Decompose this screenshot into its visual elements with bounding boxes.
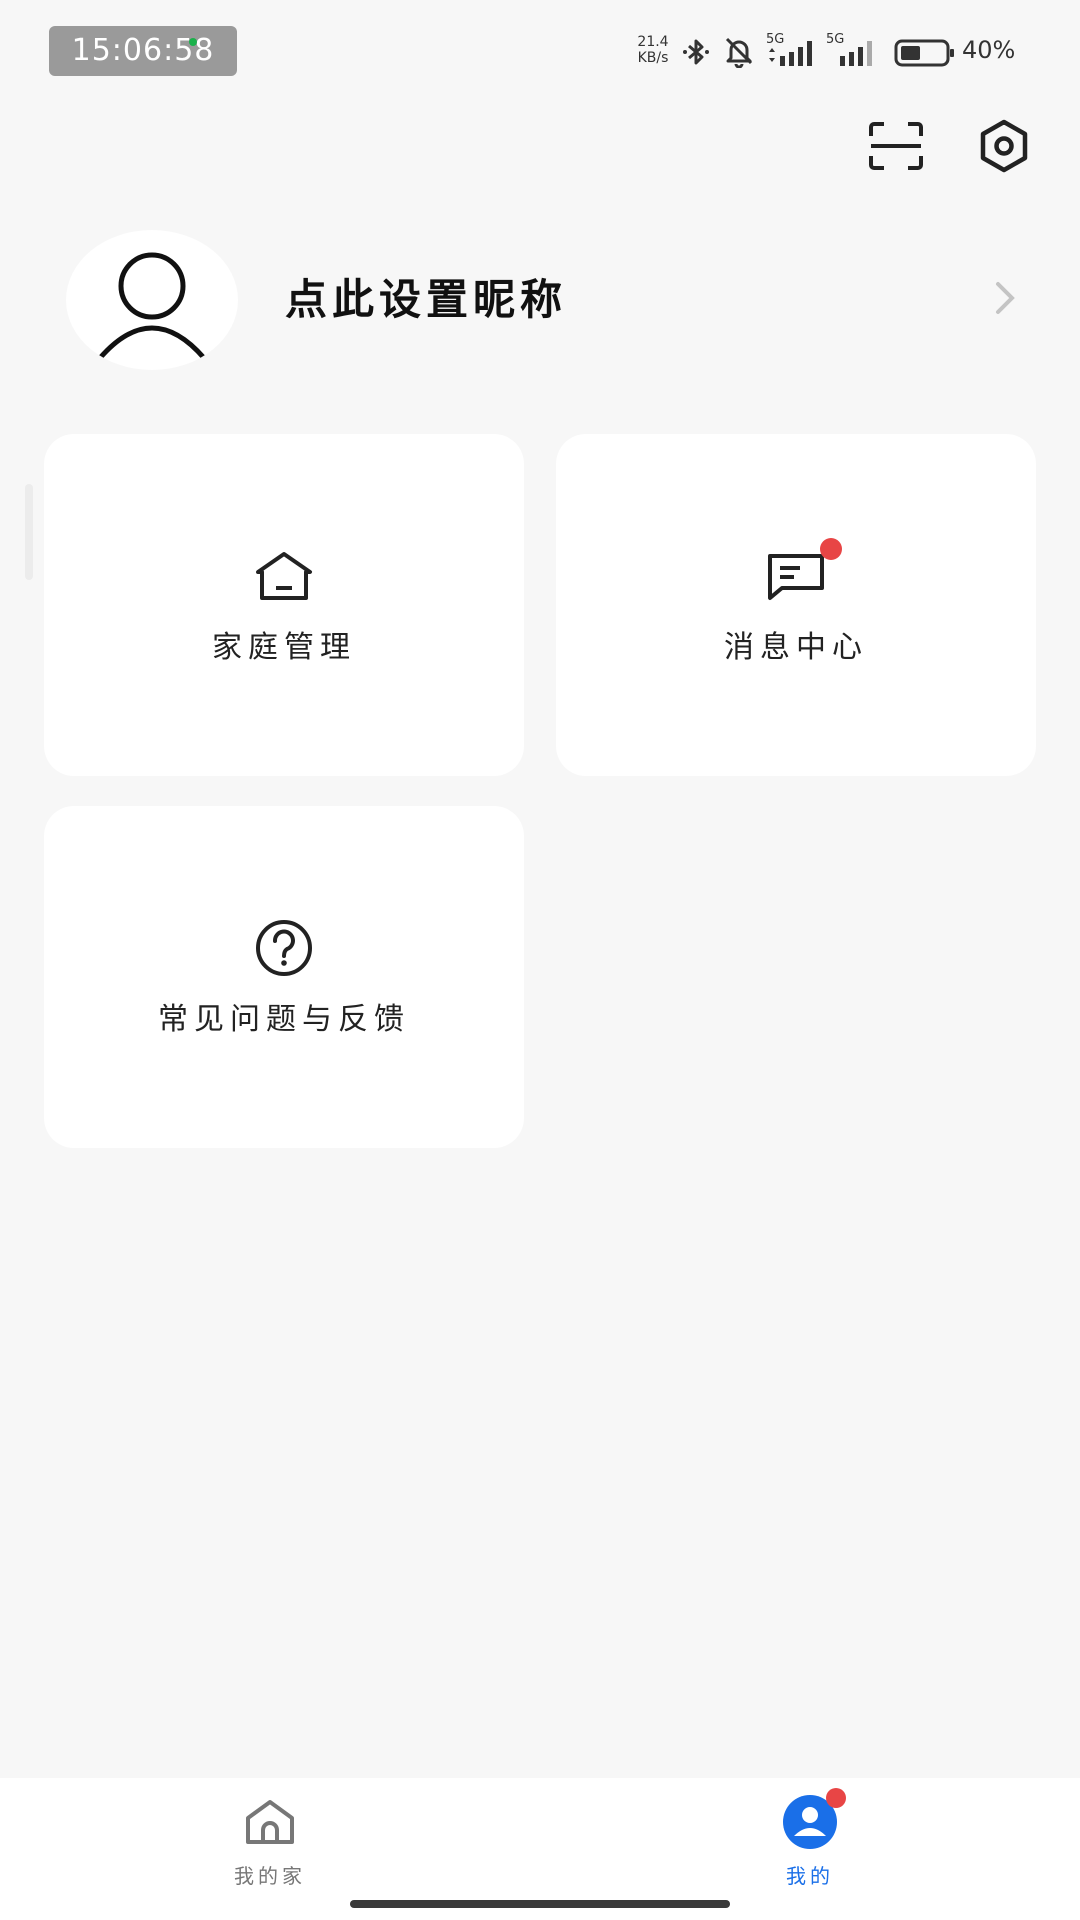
- card-label: 常见问题与反馈: [158, 1002, 410, 1037]
- scan-button[interactable]: [866, 116, 926, 176]
- avatar[interactable]: [66, 230, 238, 370]
- message-badge: [820, 538, 842, 560]
- settings-hexagon-icon: [980, 119, 1028, 173]
- nickname-prompt[interactable]: 点此设置昵称: [285, 266, 567, 327]
- card-label: 消息中心: [724, 630, 868, 665]
- signal-icon: [840, 41, 872, 66]
- home-icon: [252, 544, 316, 608]
- status-bar: 15:06:58 21.4 KB/s 5G 5G 40%: [0, 0, 1080, 100]
- scroll-hint: [25, 484, 33, 580]
- net-speed-unit: KB/s: [637, 50, 669, 66]
- home-indicator-bar[interactable]: [350, 1900, 730, 1908]
- settings-button[interactable]: [974, 116, 1034, 176]
- mute-bell-icon: [725, 37, 753, 68]
- home-icon: [240, 1792, 300, 1852]
- net-speed: 21.4 KB/s: [634, 34, 672, 66]
- scan-icon: [869, 122, 923, 170]
- question-icon: [252, 916, 316, 980]
- card-faq-feedback[interactable]: 常见问题与反馈: [44, 806, 524, 1148]
- person-icon: [98, 252, 206, 360]
- net-speed-value: 21.4: [637, 34, 669, 50]
- battery-percent: 40%: [962, 36, 1016, 64]
- bottom-nav: 我的家 我的: [0, 1778, 1080, 1920]
- signal-icon: [769, 41, 812, 66]
- message-icon: [764, 538, 842, 608]
- card-message-center[interactable]: 消息中心: [556, 434, 1036, 776]
- chevron-right-icon[interactable]: [990, 278, 1020, 318]
- bluetooth-icon: [683, 39, 709, 65]
- mine-badge: [826, 1788, 846, 1808]
- nav-item-mine[interactable]: 我的: [730, 1788, 890, 1902]
- card-family-management[interactable]: 家庭管理: [44, 434, 524, 776]
- nav-label: 我的家: [234, 1864, 306, 1888]
- nav-item-my-home[interactable]: 我的家: [190, 1792, 350, 1902]
- battery-icon: [894, 39, 954, 67]
- profile-screen: 15:06:58 21.4 KB/s 5G 5G 40% 点此设置昵称 家庭管理…: [0, 0, 1080, 1920]
- user-icon: [780, 1788, 846, 1852]
- card-label: 家庭管理: [212, 630, 356, 665]
- nav-label: 我的: [786, 1864, 834, 1888]
- recording-dot: [189, 38, 197, 46]
- status-time: 15:06:58: [49, 26, 237, 76]
